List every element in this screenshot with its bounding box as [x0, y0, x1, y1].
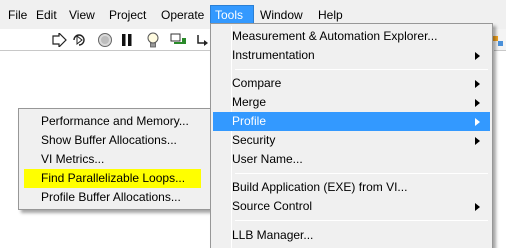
menu-item-label: Source Control: [232, 199, 313, 213]
submenu-arrow-icon: [475, 80, 480, 88]
menu-item-label: Compare: [232, 76, 282, 90]
menu-separator: [235, 69, 488, 70]
menu-item-instrumentation[interactable]: Instrumentation: [213, 46, 490, 65]
submenu-item-find-parallelizable-loops[interactable]: Find Parallelizable Loops...: [21, 169, 212, 188]
menu-item-label: Merge: [232, 95, 267, 109]
menu-item-compare[interactable]: Compare: [213, 74, 490, 93]
retain-wire-values-icon[interactable]: [170, 31, 188, 49]
submenu-item-show-buffer-allocations[interactable]: Show Buffer Allocations...: [21, 131, 212, 150]
tools-dropdown-menu: Measurement & Automation Explorer... Ins…: [210, 23, 493, 248]
submenu-item-vi-metrics[interactable]: VI Metrics...: [21, 150, 212, 169]
submenu-arrow-icon: [475, 137, 480, 145]
menu-item-label: Instrumentation: [232, 48, 315, 62]
abort-icon[interactable]: [96, 31, 114, 49]
submenu-item-label: VI Metrics...: [41, 152, 105, 166]
highlight-bulb-icon[interactable]: [144, 31, 162, 49]
profile-submenu: Performance and Memory... Show Buffer Al…: [18, 108, 215, 210]
menu-edit[interactable]: Edit: [32, 5, 61, 25]
menu-item-label: Measurement & Automation Explorer...: [232, 29, 438, 43]
run-arrow-icon[interactable]: [50, 31, 68, 49]
menu-tools[interactable]: Tools: [210, 5, 254, 25]
clean-diagram-icon[interactable]: [491, 32, 505, 50]
menu-project[interactable]: Project: [105, 5, 150, 25]
menu-help[interactable]: Help: [314, 5, 347, 25]
menu-item-build-application[interactable]: Build Application (EXE) from VI...: [213, 178, 490, 197]
menu-item-label: LLB Manager...: [232, 228, 314, 242]
menu-separator: [235, 220, 488, 221]
toolbar-edge: [491, 29, 506, 51]
submenu-arrow-icon: [475, 118, 480, 126]
menu-window[interactable]: Window: [256, 5, 307, 25]
submenu-arrow-icon: [475, 203, 480, 211]
submenu-arrow-icon: [475, 52, 480, 60]
menu-item-source-control[interactable]: Source Control: [213, 197, 490, 216]
submenu-arrow-icon: [475, 99, 480, 107]
submenu-item-label: Find Parallelizable Loops...: [24, 169, 202, 188]
menu-item-measurement-automation-explorer[interactable]: Measurement & Automation Explorer...: [213, 27, 490, 46]
menu-item-label: Profile: [232, 114, 267, 128]
menu-item-security[interactable]: Security: [213, 131, 490, 150]
submenu-item-label: Performance and Memory...: [41, 114, 189, 128]
run-continuously-icon[interactable]: [70, 31, 88, 49]
menu-view[interactable]: View: [65, 5, 99, 25]
menu-item-merge[interactable]: Merge: [213, 93, 490, 112]
pause-icon[interactable]: [118, 31, 136, 49]
submenu-item-label: Profile Buffer Allocations...: [41, 190, 181, 204]
toolbar: [0, 29, 215, 51]
menu-item-profile[interactable]: Profile: [213, 112, 490, 131]
menu-item-label: User Name...: [232, 152, 303, 166]
menu-item-llb-manager[interactable]: LLB Manager...: [213, 226, 490, 245]
menu-file[interactable]: File: [4, 5, 31, 25]
menu-item-label: Build Application (EXE) from VI...: [232, 180, 408, 194]
menu-item-user-name[interactable]: User Name...: [213, 150, 490, 169]
submenu-item-label: Show Buffer Allocations...: [41, 133, 177, 147]
menu-separator: [235, 173, 488, 174]
submenu-item-profile-buffer-allocations[interactable]: Profile Buffer Allocations...: [21, 188, 212, 207]
menu-item-label: Security: [232, 133, 276, 147]
submenu-item-performance-memory[interactable]: Performance and Memory...: [21, 112, 212, 131]
menu-operate[interactable]: Operate: [157, 5, 208, 25]
